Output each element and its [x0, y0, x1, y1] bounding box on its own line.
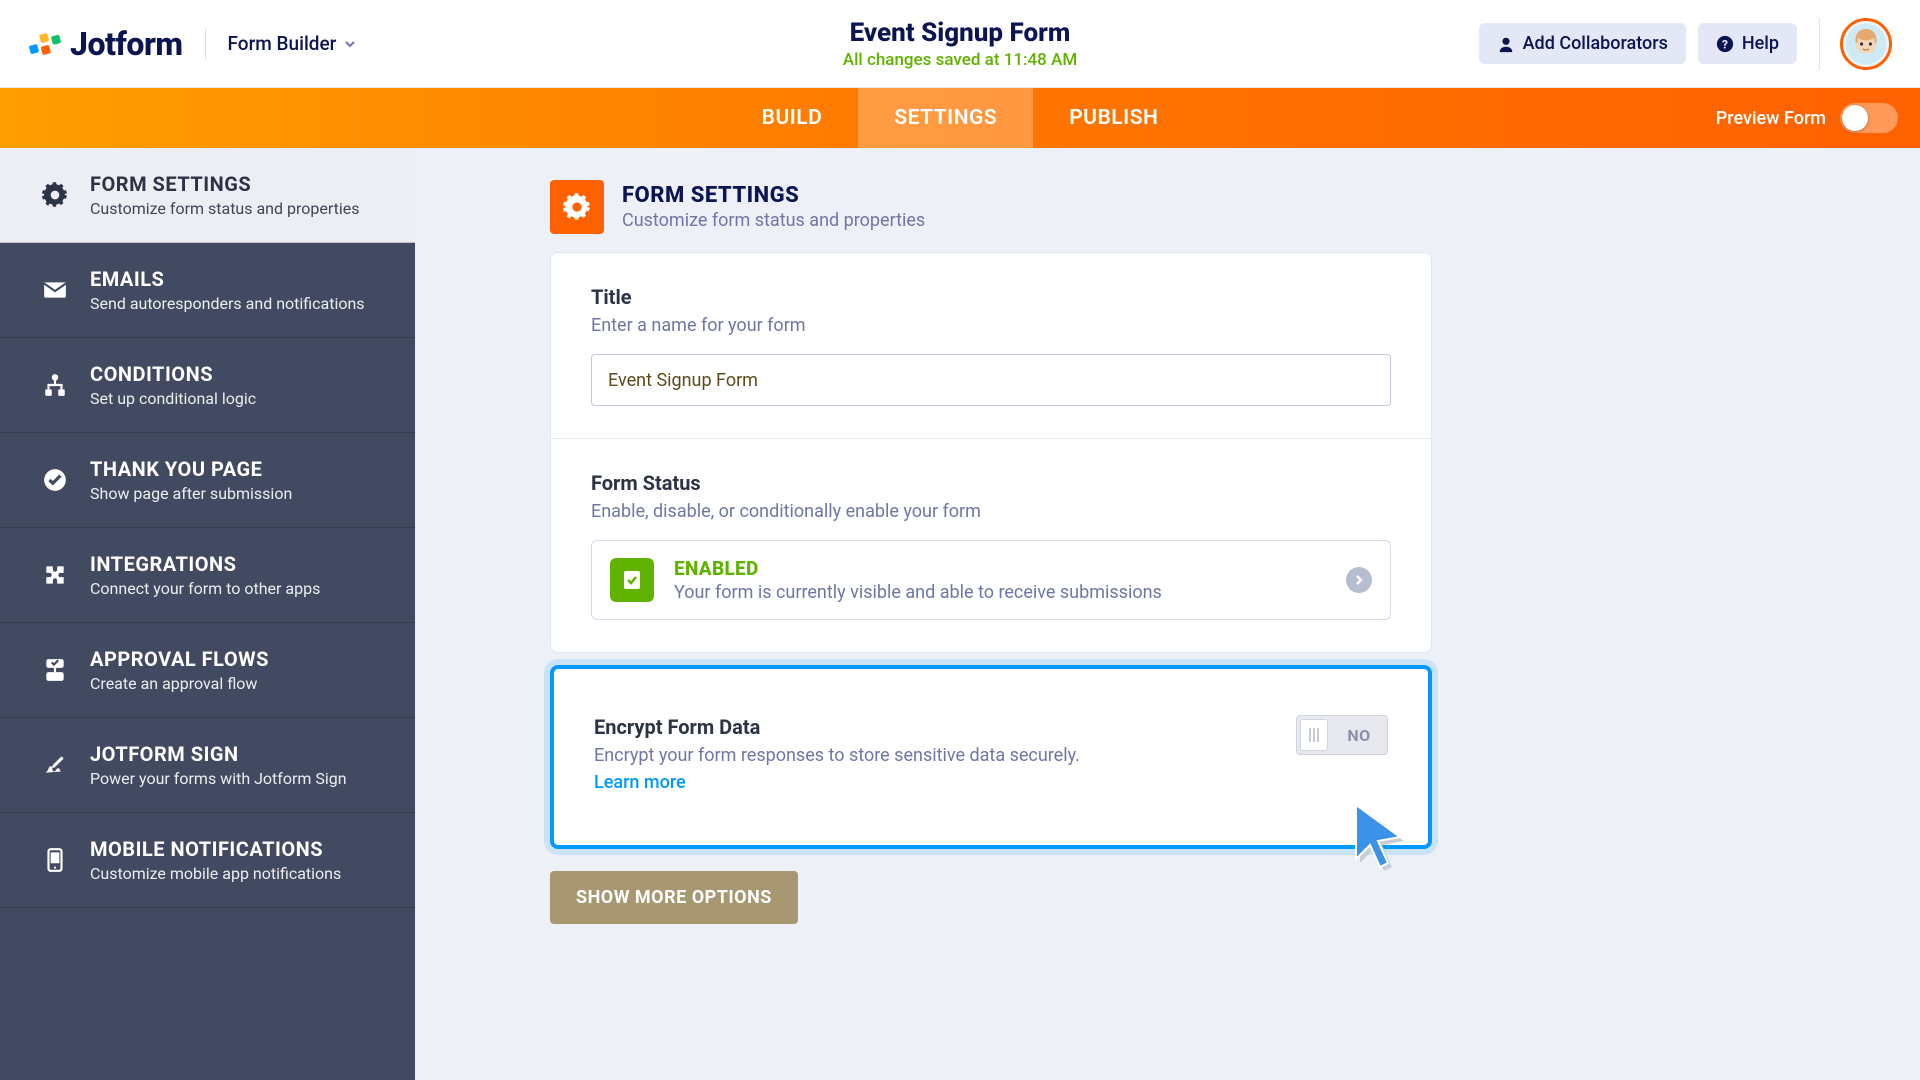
- encrypt-toggle[interactable]: NO: [1296, 715, 1388, 755]
- main-nav: BUILD SETTINGS PUBLISH Preview Form: [0, 88, 1920, 148]
- form-check-icon: [620, 568, 644, 592]
- sign-icon: [42, 752, 68, 778]
- mobile-icon: [42, 847, 68, 873]
- chevron-down-icon: [344, 38, 356, 50]
- collab-label: Add Collaborators: [1523, 33, 1668, 54]
- sidebar-subtitle: Create an approval flow: [90, 674, 269, 693]
- help-label: Help: [1742, 33, 1779, 54]
- sidebar-item-jotform-sign[interactable]: JOTFORM SIGN Power your forms with Jotfo…: [0, 718, 415, 813]
- status-value: ENABLED: [674, 557, 1162, 580]
- sidebar-title: THANK YOU PAGE: [90, 457, 292, 481]
- nav-tab-settings[interactable]: SETTINGS: [858, 88, 1033, 148]
- sidebar-subtitle: Send autoresponders and notifications: [90, 294, 365, 313]
- toggle-handle-icon: [1300, 719, 1328, 751]
- sidebar-item-form-settings[interactable]: FORM SETTINGS Customize form status and …: [0, 148, 415, 243]
- learn-more-link[interactable]: Learn more: [594, 772, 686, 793]
- sidebar-title: APPROVAL FLOWS: [90, 647, 269, 671]
- sidebar-title: INTEGRATIONS: [90, 552, 320, 576]
- sidebar-item-mobile-notifications[interactable]: MOBILE NOTIFICATIONS Customize mobile ap…: [0, 813, 415, 908]
- avatar-wrap: [1819, 18, 1892, 70]
- page-subtitle: Customize form status and properties: [622, 210, 925, 231]
- settings-card: Title Enter a name for your form Form St…: [550, 252, 1432, 653]
- sidebar-item-integrations[interactable]: INTEGRATIONS Connect your form to other …: [0, 528, 415, 623]
- app-header: Jotform Form Builder Event Signup Form A…: [0, 0, 1920, 88]
- avatar-icon: [1843, 21, 1889, 67]
- sidebar-subtitle: Connect your form to other apps: [90, 579, 320, 598]
- save-status: All changes saved at 11:48 AM: [843, 50, 1077, 70]
- help-button[interactable]: ? Help: [1698, 23, 1797, 64]
- enabled-icon: [610, 558, 654, 602]
- page-head: FORM SETTINGS Customize form status and …: [550, 180, 1920, 234]
- sidebar-subtitle: Set up conditional logic: [90, 389, 256, 408]
- main-content: FORM SETTINGS Customize form status and …: [415, 148, 1920, 1080]
- show-more-button[interactable]: SHOW MORE OPTIONS: [550, 871, 798, 924]
- brand-name: Jotform: [70, 25, 183, 63]
- avatar[interactable]: [1840, 18, 1892, 70]
- add-collaborators-button[interactable]: Add Collaborators: [1479, 23, 1686, 64]
- form-title[interactable]: Event Signup Form: [843, 18, 1077, 48]
- logo[interactable]: Jotform: [28, 25, 183, 63]
- approval-icon: [42, 657, 68, 683]
- check-circle-icon: [42, 467, 68, 493]
- flow-icon: [42, 372, 68, 398]
- preview-label: Preview Form: [1716, 108, 1826, 129]
- status-sublabel: Enable, disable, or conditionally enable…: [591, 501, 1391, 522]
- page-head-icon: [550, 180, 604, 234]
- chevron-right-icon: [1346, 567, 1372, 593]
- sidebar-title: JOTFORM SIGN: [90, 742, 347, 766]
- status-value-sub: Your form is currently visible and able …: [674, 582, 1162, 603]
- sidebar-subtitle: Show page after submission: [90, 484, 292, 503]
- settings-sidebar: FORM SETTINGS Customize form status and …: [0, 148, 415, 1080]
- sidebar-item-approval-flows[interactable]: APPROVAL FLOWS Create an approval flow: [0, 623, 415, 718]
- svg-text:?: ?: [1722, 37, 1728, 51]
- sidebar-item-emails[interactable]: EMAILS Send autoresponders and notificat…: [0, 243, 415, 338]
- encrypt-sublabel: Encrypt your form responses to store sen…: [594, 745, 1080, 766]
- sidebar-item-conditions[interactable]: CONDITIONS Set up conditional logic: [0, 338, 415, 433]
- role-label: Form Builder: [228, 32, 337, 55]
- nav-tab-publish[interactable]: PUBLISH: [1033, 88, 1194, 148]
- nav-tab-build[interactable]: BUILD: [726, 88, 859, 148]
- gear-icon: [563, 193, 591, 221]
- sidebar-subtitle: Power your forms with Jotform Sign: [90, 769, 347, 788]
- sidebar-subtitle: Customize mobile app notifications: [90, 864, 341, 883]
- title-label: Title: [591, 285, 1391, 309]
- sidebar-subtitle: Customize form status and properties: [90, 199, 360, 218]
- body: FORM SETTINGS Customize form status and …: [0, 148, 1920, 1080]
- sidebar-title: CONDITIONS: [90, 362, 256, 386]
- cursor-icon: [1348, 801, 1420, 881]
- help-icon: ?: [1716, 35, 1734, 53]
- encrypt-card: Encrypt Form Data Encrypt your form resp…: [550, 665, 1432, 849]
- header-center: Event Signup Form All changes saved at 1…: [843, 18, 1077, 70]
- form-title-input[interactable]: [591, 354, 1391, 406]
- sidebar-item-thank-you[interactable]: THANK YOU PAGE Show page after submissio…: [0, 433, 415, 528]
- toggle-label: NO: [1334, 726, 1384, 745]
- encrypt-label: Encrypt Form Data: [594, 715, 1080, 739]
- sidebar-title: EMAILS: [90, 267, 365, 291]
- title-sublabel: Enter a name for your form: [591, 315, 1391, 336]
- sidebar-title: FORM SETTINGS: [90, 172, 360, 196]
- nav-right: Preview Form: [1716, 103, 1898, 133]
- header-separator: [205, 29, 206, 59]
- form-status-select[interactable]: ENABLED Your form is currently visible a…: [591, 540, 1391, 620]
- gear-icon: [42, 182, 68, 208]
- status-label: Form Status: [591, 471, 1391, 495]
- puzzle-icon: [42, 562, 68, 588]
- page-title: FORM SETTINGS: [622, 183, 925, 208]
- preview-toggle[interactable]: [1840, 103, 1898, 133]
- logo-icon: [28, 27, 62, 61]
- sidebar-title: MOBILE NOTIFICATIONS: [90, 837, 341, 861]
- mail-icon: [42, 277, 68, 303]
- header-right: Add Collaborators ? Help: [1479, 18, 1892, 70]
- role-dropdown[interactable]: Form Builder: [228, 32, 357, 55]
- person-icon: [1497, 35, 1515, 53]
